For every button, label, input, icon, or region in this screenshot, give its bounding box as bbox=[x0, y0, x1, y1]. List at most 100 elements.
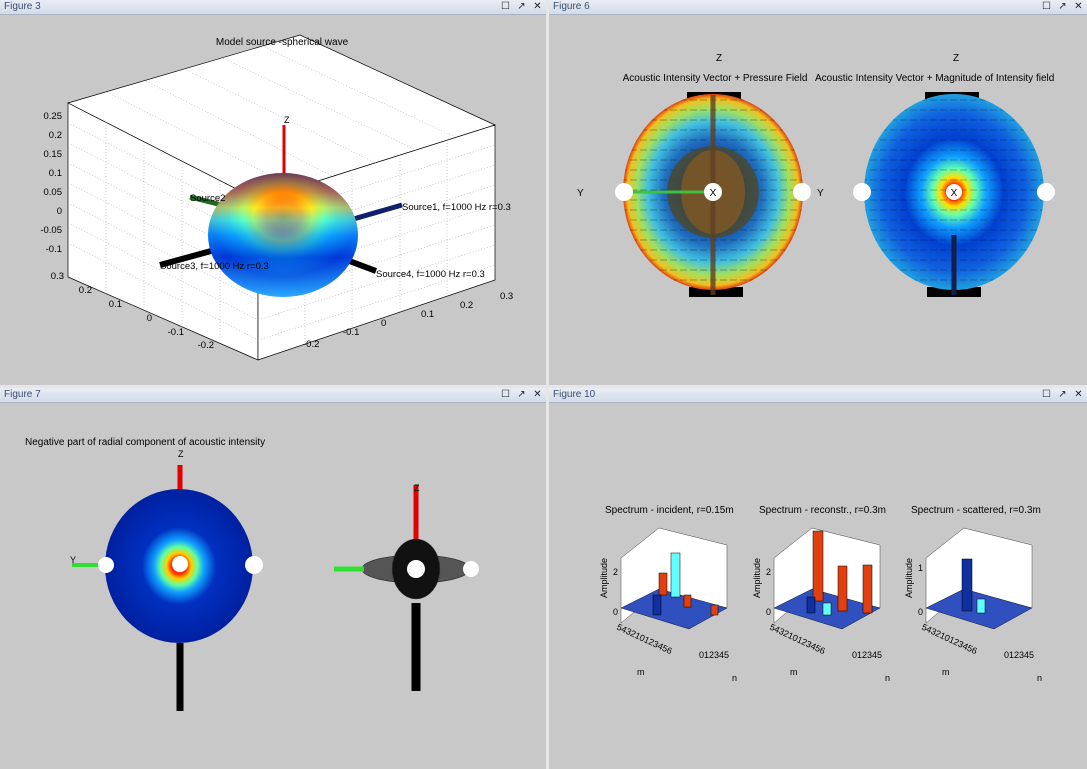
m-ticks: 543210123456 bbox=[920, 622, 979, 656]
dock-button[interactable]: ☐ bbox=[1042, 0, 1051, 14]
spectrum-bar bbox=[976, 598, 986, 614]
svg-text:0.1: 0.1 bbox=[109, 299, 122, 310]
figure-6-window: Figure 6 ☐ ↗ ✕ Z Acoustic Intensity Vect… bbox=[549, 0, 1087, 385]
y-label: Amplitude bbox=[599, 558, 609, 598]
svg-text:0.2: 0.2 bbox=[79, 285, 92, 296]
close-button[interactable]: ✕ bbox=[533, 388, 542, 402]
n-label: n bbox=[1037, 673, 1042, 683]
svg-text:0: 0 bbox=[381, 318, 386, 329]
n-ticks: 012345 bbox=[852, 650, 882, 660]
undock-button[interactable]: ↗ bbox=[517, 0, 526, 14]
sphere-shading bbox=[208, 173, 358, 297]
panel-title: Spectrum - incident, r=0.15m bbox=[605, 505, 734, 516]
figure-10-titlebar[interactable]: Figure 10 ☐ ↗ ✕ bbox=[549, 388, 1087, 403]
fig3-axes[interactable]: Z Source2 Source1, f=1000 Hz r=0.3 Sourc… bbox=[0, 15, 546, 385]
z-label: Z bbox=[178, 449, 184, 459]
svg-text:-0.1: -0.1 bbox=[46, 244, 62, 255]
y-label: Amplitude bbox=[752, 558, 762, 598]
svg-text:-0.05: -0.05 bbox=[40, 225, 62, 236]
svg-text:-0.2: -0.2 bbox=[198, 340, 214, 351]
window-title: Figure 7 bbox=[4, 389, 41, 400]
close-button[interactable]: ✕ bbox=[1074, 0, 1083, 14]
z-tick-labels: 0.25 0.2 0.15 0.1 0.05 0 -0.05 -0.1 bbox=[40, 111, 62, 255]
fig7-axes[interactable]: Negative part of radial component of aco… bbox=[0, 403, 546, 769]
svg-text:0: 0 bbox=[147, 313, 152, 324]
n-label: n bbox=[732, 673, 737, 683]
figure-3-titlebar[interactable]: Figure 3 ☐ ↗ ✕ bbox=[0, 0, 546, 15]
dock-button[interactable]: ☐ bbox=[501, 388, 510, 402]
left-endcap bbox=[98, 557, 114, 573]
source4-label: Source4, f=1000 Hz r=0.3 bbox=[376, 269, 485, 280]
m-ticks: 543210123456 bbox=[768, 622, 827, 656]
window-splitter-horizontal[interactable] bbox=[0, 385, 1087, 388]
svg-text:0.3: 0.3 bbox=[500, 291, 513, 302]
right-endcap bbox=[245, 556, 263, 574]
y-tick: 2 bbox=[613, 567, 618, 577]
spectrum-bar bbox=[652, 594, 662, 616]
y-tick: 0 bbox=[918, 607, 923, 617]
right-z-label: Z bbox=[953, 53, 959, 64]
plot-title: Negative part of radial component of aco… bbox=[25, 437, 265, 448]
svg-text:0.1: 0.1 bbox=[421, 309, 434, 320]
panel-title: Spectrum - scattered, r=0.3m bbox=[911, 505, 1041, 516]
fig10-axes[interactable]: Spectrum - incident, r=0.15m Amplitude 2… bbox=[549, 403, 1087, 769]
left-z-label: Z bbox=[716, 53, 722, 64]
n-ticks: 012345 bbox=[699, 650, 729, 660]
svg-text:0.3: 0.3 bbox=[51, 271, 64, 282]
n-label: n bbox=[885, 673, 890, 683]
m-label: m bbox=[942, 667, 950, 677]
svg-text:-0.1: -0.1 bbox=[168, 327, 184, 338]
figure-3-window: Figure 3 ☐ ↗ ✕ Z Source2 Source1, f=1000… bbox=[0, 0, 546, 385]
spectrum-panel-scattered[interactable]: Spectrum - scattered, r=0.3m Amplitude 1… bbox=[904, 505, 1042, 683]
dock-button[interactable]: ☐ bbox=[1042, 388, 1051, 402]
z-axis-label: Z bbox=[284, 115, 290, 125]
close-button[interactable]: ✕ bbox=[533, 0, 542, 14]
figure-6-titlebar[interactable]: Figure 6 ☐ ↗ ✕ bbox=[549, 0, 1087, 15]
dock-button[interactable]: ☐ bbox=[501, 0, 510, 14]
center-marker-2 bbox=[407, 560, 425, 578]
fig6-axes[interactable]: Z Acoustic Intensity Vector + Pressure F… bbox=[549, 15, 1087, 385]
svg-text:0.25: 0.25 bbox=[44, 111, 63, 122]
svg-text:-0.1: -0.1 bbox=[343, 327, 359, 338]
right-y-endcap bbox=[793, 183, 811, 201]
undock-button[interactable]: ↗ bbox=[1058, 0, 1067, 14]
y-label: Y bbox=[70, 555, 76, 565]
spectrum-bar bbox=[961, 558, 973, 612]
left-y-label: Y bbox=[577, 188, 584, 199]
y-label: Amplitude bbox=[904, 558, 914, 598]
y-tick: 1 bbox=[918, 563, 923, 573]
left-x-label: X bbox=[710, 188, 717, 199]
m-label: m bbox=[790, 667, 798, 677]
undock-button[interactable]: ↗ bbox=[517, 388, 526, 402]
z-label-2: Z bbox=[414, 483, 420, 493]
undock-button[interactable]: ↗ bbox=[1058, 388, 1067, 402]
m-label: m bbox=[637, 667, 645, 677]
window-title: Figure 3 bbox=[4, 1, 41, 12]
panel-title: Spectrum - reconstr., r=0.3m bbox=[759, 505, 886, 516]
y-tick: 2 bbox=[766, 567, 771, 577]
close-button[interactable]: ✕ bbox=[1074, 388, 1083, 402]
y-tick: 0 bbox=[766, 607, 771, 617]
svg-text:0.2: 0.2 bbox=[49, 130, 62, 141]
figure-10-window: Figure 10 ☐ ↗ ✕ Spectrum - incident, r=0… bbox=[549, 388, 1087, 769]
source2-label: Source2 bbox=[190, 193, 225, 204]
left-y-endcap-2 bbox=[853, 183, 871, 201]
right-y-endcap-2 bbox=[1037, 183, 1055, 201]
spectrum-panel-reconstructed[interactable]: Spectrum - reconstr., r=0.3m Amplitude 2… bbox=[752, 505, 890, 683]
svg-text:0.2: 0.2 bbox=[460, 300, 473, 311]
spectrum-bar bbox=[670, 552, 681, 598]
figure-7-titlebar[interactable]: Figure 7 ☐ ↗ ✕ bbox=[0, 388, 546, 403]
source1-label: Source1, f=1000 Hz r=0.3 bbox=[402, 202, 511, 213]
left-plot-title: Acoustic Intensity Vector + Pressure Fie… bbox=[623, 73, 808, 84]
spectrum-bar bbox=[658, 572, 668, 596]
spectrum-bar bbox=[862, 564, 873, 614]
spectrum-bar bbox=[837, 565, 848, 612]
svg-text:-0.2: -0.2 bbox=[303, 339, 319, 350]
spectrum-panel-incident[interactable]: Spectrum - incident, r=0.15m Amplitude 2… bbox=[599, 505, 737, 683]
window-title: Figure 6 bbox=[553, 1, 590, 12]
right-plot-title: Acoustic Intensity Vector + Magnitude of… bbox=[815, 73, 1054, 84]
svg-text:0: 0 bbox=[57, 206, 62, 217]
spectrum-bar bbox=[822, 602, 832, 616]
plot-title: Model source -spherical wave bbox=[216, 37, 349, 48]
figure-7-window: Figure 7 ☐ ↗ ✕ Negative part of radial c… bbox=[0, 388, 546, 769]
